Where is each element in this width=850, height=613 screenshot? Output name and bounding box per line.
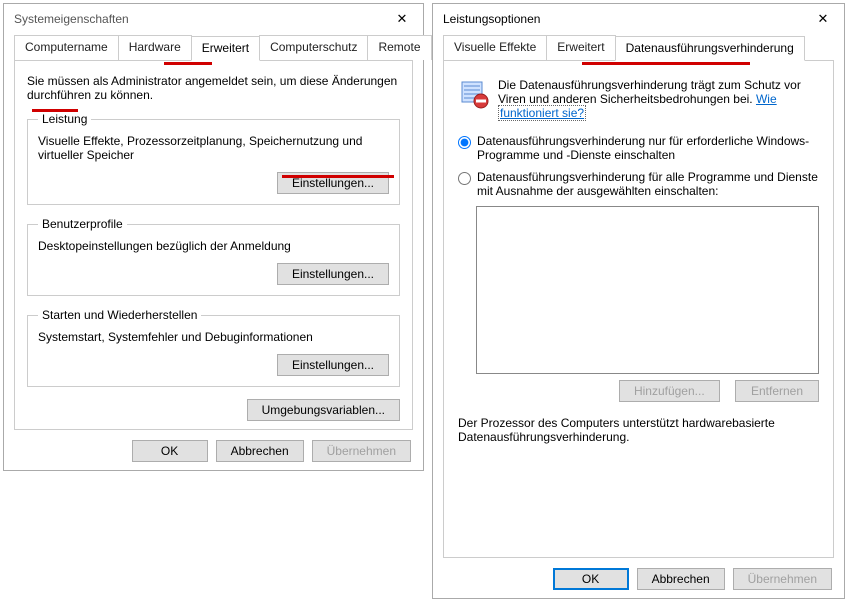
tabstrip: Visuelle Effekte Erweitert Datenausführu… xyxy=(443,35,834,61)
dep-radio-all-row: Datenausführungsverhinderung für alle Pr… xyxy=(458,170,819,198)
close-icon[interactable]: ✕ xyxy=(808,7,838,31)
group-userprofiles-desc: Desktopeinstellungen bezüglich der Anmel… xyxy=(38,239,389,253)
tab-computerschutz[interactable]: Computerschutz xyxy=(259,35,368,60)
group-performance: Leistung Visuelle Effekte, Prozessorzeit… xyxy=(27,112,400,205)
dep-radio-essential-label[interactable]: Datenausführungsverhinderung nur für erf… xyxy=(477,134,819,162)
dep-radio-all-label[interactable]: Datenausführungsverhinderung für alle Pr… xyxy=(477,170,819,198)
group-startup-legend: Starten und Wiederherstellen xyxy=(38,308,201,322)
dep-radio-essential[interactable] xyxy=(458,136,471,149)
tab-dep[interactable]: Datenausführungsverhinderung xyxy=(615,36,805,61)
window-title: Leistungsoptionen xyxy=(443,12,808,26)
tab-visual-effects[interactable]: Visuelle Effekte xyxy=(443,35,547,60)
apply-button[interactable]: Übernehmen xyxy=(312,440,411,462)
group-startup-desc: Systemstart, Systemfehler und Debuginfor… xyxy=(38,330,389,344)
group-performance-legend: Leistung xyxy=(38,112,91,126)
performance-settings-button[interactable]: Einstellungen... xyxy=(277,172,389,194)
tab-erweitert[interactable]: Erweitert xyxy=(546,35,615,60)
titlebar: Leistungsoptionen ✕ xyxy=(433,4,844,34)
titlebar: Systemeigenschaften ✕ xyxy=(4,4,423,34)
env-vars-button[interactable]: Umgebungsvariablen... xyxy=(247,399,400,421)
dep-support-note: Der Prozessor des Computers unterstützt … xyxy=(458,416,819,444)
tab-hardware[interactable]: Hardware xyxy=(118,35,192,60)
group-startup: Starten und Wiederherstellen Systemstart… xyxy=(27,308,400,387)
dep-remove-button[interactable]: Entfernen xyxy=(735,380,819,402)
dialog-buttons: OK Abbrechen Übernehmen xyxy=(433,558,844,602)
apply-button[interactable]: Übernehmen xyxy=(733,568,832,590)
performance-options-dialog: Leistungsoptionen ✕ Visuelle Effekte Erw… xyxy=(432,3,845,599)
userprofiles-settings-button[interactable]: Einstellungen... xyxy=(277,263,389,285)
dep-exclusion-listbox[interactable] xyxy=(476,206,819,374)
dialog-buttons: OK Abbrechen Übernehmen xyxy=(4,430,423,474)
tabstrip: Computername Hardware Erweitert Computer… xyxy=(14,35,413,61)
group-performance-desc: Visuelle Effekte, Prozessorzeitplanung, … xyxy=(38,134,389,162)
dep-add-button[interactable]: Hinzufügen... xyxy=(619,380,720,402)
tab-erweitert[interactable]: Erweitert xyxy=(191,36,260,61)
system-properties-dialog: Systemeigenschaften ✕ Computername Hardw… xyxy=(3,3,424,471)
window-title: Systemeigenschaften xyxy=(14,12,387,26)
cancel-button[interactable]: Abbrechen xyxy=(216,440,304,462)
ok-button[interactable]: OK xyxy=(553,568,629,590)
group-userprofiles: Benutzerprofile Desktopeinstellungen bez… xyxy=(27,217,400,296)
close-icon[interactable]: ✕ xyxy=(387,7,417,31)
tab-computername[interactable]: Computername xyxy=(14,35,119,60)
dep-radio-essential-row: Datenausführungsverhinderung nur für erf… xyxy=(458,134,819,162)
dep-chip-forbidden-icon xyxy=(458,78,490,110)
ok-button[interactable]: OK xyxy=(132,440,208,462)
group-userprofiles-legend: Benutzerprofile xyxy=(38,217,127,231)
dep-radio-all[interactable] xyxy=(458,172,471,185)
tab-remote[interactable]: Remote xyxy=(367,35,431,60)
tab-panel-dep: Die Datenausführungsverhinderung trägt z… xyxy=(443,60,834,558)
startup-settings-button[interactable]: Einstellungen... xyxy=(277,354,389,376)
tab-panel-erweitert: Sie müssen als Administrator angemeldet … xyxy=(14,60,413,430)
dep-description: Die Datenausführungsverhinderung trägt z… xyxy=(498,78,819,120)
admin-note: Sie müssen als Administrator angemeldet … xyxy=(27,74,400,102)
cancel-button[interactable]: Abbrechen xyxy=(637,568,725,590)
